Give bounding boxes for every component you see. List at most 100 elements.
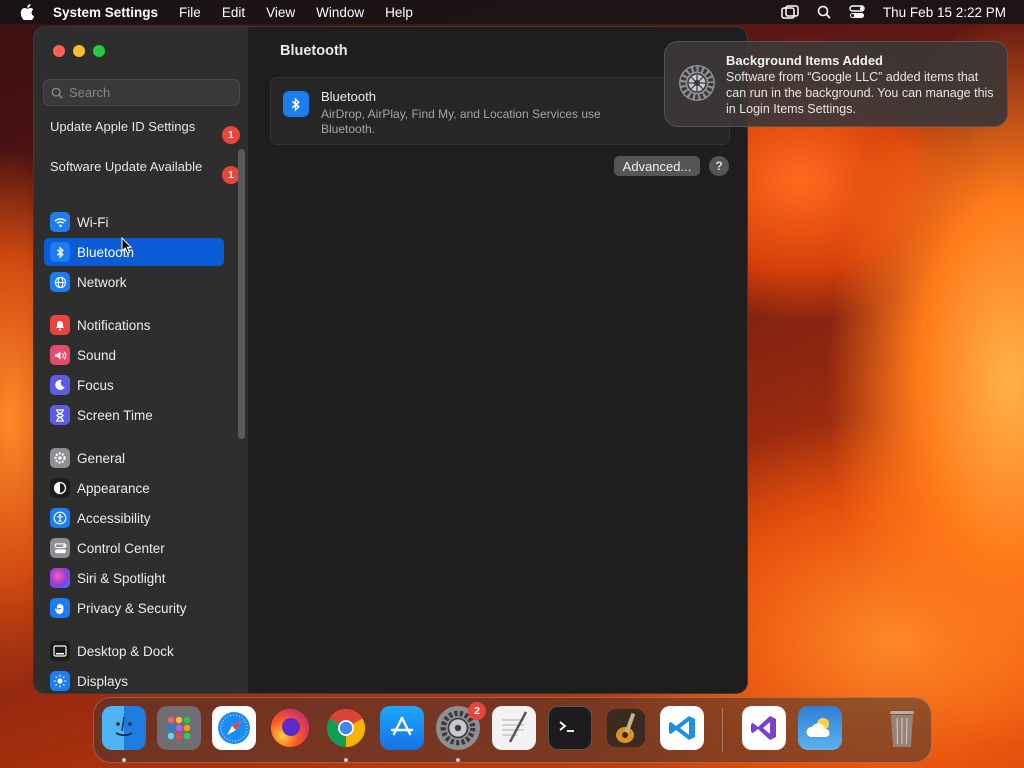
finder-icon[interactable] [102, 706, 146, 750]
globe-icon [50, 272, 70, 292]
terminal-icon[interactable] [548, 706, 592, 750]
sidebar-item-desktop-dock[interactable]: Desktop & Dock [44, 637, 224, 665]
control-center-icon [50, 538, 70, 558]
minimize-button[interactable] [73, 45, 85, 57]
sidebar-item-label: Network [77, 274, 127, 290]
hourglass-icon [50, 405, 70, 425]
menu-edit[interactable]: Edit [222, 5, 245, 20]
sidebar-item-notifications[interactable]: Notifications [44, 311, 224, 339]
system-settings-icon[interactable]: 2 [436, 702, 486, 750]
sidebar-item-label: Desktop & Dock [77, 643, 174, 659]
notice-label: Software Update Available [50, 159, 203, 174]
menu-help[interactable]: Help [385, 5, 413, 20]
bluetooth-card-description: AirDrop, AirPlay, Find My, and Location … [321, 107, 601, 136]
sidebar-notice-software-update[interactable]: Software Update Available 1 [50, 159, 240, 184]
search-field[interactable] [43, 79, 240, 106]
bluetooth-icon [283, 91, 309, 117]
zoom-button[interactable] [93, 45, 105, 57]
running-indicator [344, 758, 348, 762]
sidebar-item-network[interactable]: Network [44, 268, 224, 296]
sidebar-item-siri-spotlight[interactable]: Siri & Spotlight [44, 564, 224, 592]
notice-label: Update Apple ID Settings [50, 119, 196, 134]
wifi-icon [50, 212, 70, 232]
mouse-cursor-icon [121, 237, 133, 254]
sidebar-item-control-center[interactable]: Control Center [44, 534, 224, 562]
bluetooth-card: Bluetooth AirDrop, AirPlay, Find My, and… [270, 77, 730, 145]
sun-icon [50, 671, 70, 691]
vscode-icon[interactable] [660, 706, 704, 750]
speaker-icon [50, 345, 70, 365]
sidebar-item-label: Sound [77, 347, 117, 363]
sidebar-item-label: Privacy & Security [77, 600, 187, 616]
siri-icon [50, 568, 70, 588]
sidebar-item-label: General [77, 450, 126, 466]
sidebar-item-bluetooth[interactable]: Bluetooth [44, 238, 224, 266]
content-pane: Bluetooth Bluetooth AirDrop, AirPlay, Fi… [250, 27, 747, 693]
sidebar-item-label: Appearance [77, 480, 150, 496]
sidebar-item-screen-time[interactable]: Screen Time [44, 401, 224, 429]
sidebar-item-general[interactable]: General [44, 444, 224, 472]
spotlight-search-icon[interactable] [817, 5, 831, 19]
help-button[interactable]: ? [709, 156, 729, 176]
hand-icon [50, 598, 70, 618]
moon-icon [50, 375, 70, 395]
gear-icon [50, 448, 70, 468]
trash-icon[interactable] [880, 706, 924, 750]
weather-icon[interactable] [798, 706, 842, 750]
menu-app-name[interactable]: System Settings [53, 5, 158, 20]
system-settings-gear-icon [678, 64, 716, 102]
dock-icon [50, 641, 70, 661]
visual-studio-icon[interactable] [742, 706, 786, 750]
accessibility-icon [50, 508, 70, 528]
notification-title: Background Items Added [726, 53, 883, 68]
menu-window[interactable]: Window [316, 5, 364, 20]
garageband-icon[interactable] [604, 706, 648, 750]
appearance-icon [50, 478, 70, 498]
notice-badge: 1 [222, 126, 240, 144]
sidebar-item-appearance[interactable]: Appearance [44, 474, 224, 502]
sidebar: Update Apple ID Settings 1 Software Upda… [34, 27, 249, 693]
sidebar-item-label: Focus [77, 377, 114, 393]
sidebar-item-label: Notifications [77, 317, 151, 333]
sidebar-item-label: Accessibility [77, 510, 151, 526]
textedit-icon[interactable] [492, 706, 536, 750]
control-center-toggle-icon[interactable] [849, 5, 865, 19]
screen-mirroring-icon[interactable] [781, 5, 799, 19]
running-indicator [122, 758, 126, 762]
chrome-icon[interactable] [324, 706, 368, 750]
close-button[interactable] [53, 45, 65, 57]
firefox-icon[interactable] [268, 706, 312, 750]
menu-view[interactable]: View [266, 5, 295, 20]
sidebar-item-label: Wi-Fi [77, 214, 109, 230]
sidebar-item-label: Screen Time [77, 407, 153, 423]
bell-icon [50, 315, 70, 335]
sidebar-item-privacy-security[interactable]: Privacy & Security [44, 594, 224, 622]
sidebar-item-displays[interactable]: Displays [44, 667, 224, 693]
launchpad-icon[interactable] [157, 706, 201, 750]
apple-menu-icon[interactable] [20, 4, 36, 20]
bluetooth-card-title: Bluetooth [321, 89, 376, 104]
menubar: System Settings File Edit View Window He… [0, 0, 1024, 24]
dock-separator [722, 708, 723, 752]
sidebar-notice-apple-id[interactable]: Update Apple ID Settings 1 [50, 119, 240, 144]
menu-file[interactable]: File [179, 5, 201, 20]
search-icon [51, 87, 63, 99]
page-title: Bluetooth [280, 43, 348, 59]
dock-badge: 2 [468, 702, 486, 720]
sidebar-item-wifi[interactable]: Wi-Fi [44, 208, 224, 236]
notification-banner[interactable]: Background Items Added Software from “Go… [664, 41, 1008, 127]
dock: 2 [93, 697, 932, 763]
sidebar-item-sound[interactable]: Sound [44, 341, 224, 369]
running-indicator [456, 758, 460, 762]
sidebar-item-focus[interactable]: Focus [44, 371, 224, 399]
safari-icon[interactable] [212, 706, 256, 750]
sidebar-item-label: Control Center [77, 540, 165, 556]
advanced-button[interactable]: Advanced... [614, 156, 700, 176]
search-input[interactable] [69, 85, 229, 100]
system-settings-window: Update Apple ID Settings 1 Software Upda… [33, 26, 748, 694]
sidebar-item-accessibility[interactable]: Accessibility [44, 504, 224, 532]
sidebar-scrollbar[interactable] [238, 149, 245, 439]
menubar-clock[interactable]: Thu Feb 15 2:22 PM [883, 5, 1006, 20]
app-store-icon[interactable] [380, 706, 424, 750]
window-controls [53, 45, 105, 57]
